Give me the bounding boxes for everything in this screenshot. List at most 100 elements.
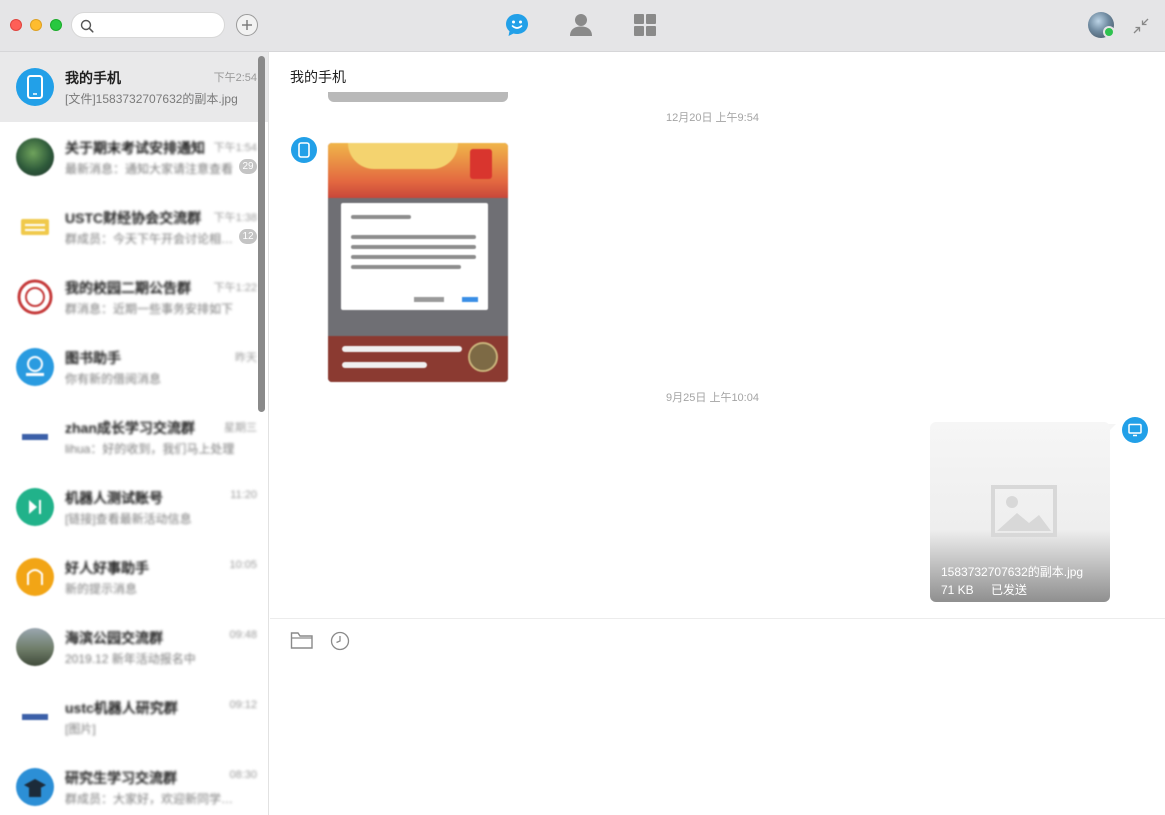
conversation-name: 我的手机 [65,70,121,86]
conversation-item[interactable]: 海滨公园交流群 09:48 2019.12 新年活动报名中 [0,612,268,682]
group-avatar [16,698,54,736]
unread-badge: 29 [239,159,257,174]
group-avatar [16,138,54,176]
chat-title: 我的手机 [290,69,346,85]
conversation-name: 我的校园二期公告群 [65,280,191,296]
service-avatar [16,348,54,386]
conversation-preview: lihua：好的收到，我们马上处理 [65,442,235,456]
conversation-preview: [链接]查看最新活动信息 [65,512,192,526]
service-avatar [16,558,54,596]
conversation-name: 关于期末考试安排通知 [65,140,205,156]
clock-icon [330,631,350,651]
conversation-item-my-phone[interactable]: 我的手机 下午2:54 [文件]1583732707632的副本.jpg [0,52,268,122]
folder-icon [290,632,313,649]
conversation-item[interactable]: 机器人测试账号 11:20 [链接]查看最新活动信息 [0,472,268,542]
close-window-button[interactable] [10,19,22,31]
conversation-time: 下午1:38 [213,212,257,224]
image-dialog-preview [341,203,488,310]
conversation-time: 09:12 [229,699,257,711]
collapse-arrows-icon [1133,18,1149,34]
conversation-preview: [图片] [65,722,96,736]
conversation-time: 昨天 [235,352,257,364]
conversation-item[interactable]: 研究生学习交流群 08:30 群成员：大家好，欢迎新同学加入 [0,752,268,815]
monitor-icon [1128,423,1142,437]
nav-chat-tab[interactable] [503,11,531,39]
sender-pc-avatar [1122,417,1148,443]
conversation-item[interactable]: ustc机器人研究群 09:12 [图片] [0,682,268,752]
conversation-preview: 群成员：今天下午开会讨论相关事宜 [65,232,243,246]
conversation-time: 下午2:54 [213,72,257,84]
previous-message-edge [328,92,508,102]
chat-panel: 我的手机 12月20日 上午9:54 9月25日 上午10:04 1583732… [270,52,1165,815]
conversation-preview: 新的提示消息 [65,582,138,596]
conversation-name: 研究生学习交流群 [65,770,177,786]
history-button[interactable] [330,631,350,656]
conversation-item[interactable]: 图书助手 昨天 你有新的借阅消息 [0,332,268,402]
nav-apps-tab[interactable] [631,11,659,39]
conversation-item[interactable]: USTC财经协会交流群 下午1:38 群成员：今天下午开会讨论相关事宜 12 [0,192,268,262]
conversation-item[interactable]: 我的校园二期公告群 下午1:22 群消息：近期一些事务安排如下 [0,262,268,332]
conversation-name: USTC财经协会交流群 [65,210,202,226]
input-divider [270,618,1165,619]
image-message[interactable] [328,143,508,382]
conversation-name: 图书助手 [65,350,121,366]
nav-contacts-tab[interactable] [567,11,595,39]
conversation-name: zhan成长学习交流群 [65,420,195,436]
conversation-preview: 你有新的借阅消息 [65,372,162,386]
conversation-item[interactable]: zhan成长学习交流群 星期三 lihua：好的收到，我们马上处理 [0,402,268,472]
conversation-name: 机器人测试账号 [65,490,163,506]
send-file-button[interactable] [290,630,314,655]
search-icon [80,19,94,33]
online-status-icon [1103,26,1115,38]
message-timestamp: 12月20日 上午9:54 [666,112,759,124]
image-banner [328,143,508,198]
file-meta: 71 KB 已发送 [941,581,1041,598]
zoom-window-button[interactable] [50,19,62,31]
conversation-item[interactable]: 关于期末考试安排通知 下午1:54 最新消息：通知大家请注意查看 29 [0,122,268,192]
conversation-name: ustc机器人研究群 [65,700,178,716]
conversation-time: 09:48 [229,629,257,641]
conversation-preview: 群成员：大家好，欢迎新同学加入 [65,792,243,806]
group-avatar [16,768,54,806]
shrink-window-button[interactable] [1133,18,1149,34]
person-icon [570,14,592,36]
conversation-list-scrollbar[interactable] [258,56,265,412]
conversation-preview: [文件]1583732707632的副本.jpg [65,92,238,106]
minimize-window-button[interactable] [30,19,42,31]
image-caption-area [328,336,508,382]
search-box[interactable] [71,12,225,38]
phone-icon [27,75,43,99]
image-placeholder-icon [991,485,1057,537]
file-name: 1583732707632的副本.jpg [941,565,1084,579]
conversation-time: 11:20 [230,489,257,501]
add-button[interactable] [236,14,258,36]
group-avatar [16,208,54,246]
conversation-time: 08:30 [229,769,257,781]
file-message-card[interactable]: 1583732707632的副本.jpg 71 KB 已发送 [930,422,1110,602]
phone-icon [298,142,310,158]
conversation-preview: 群消息：近期一些事务安排如下 [65,302,234,316]
conversation-list[interactable]: 我的手机 下午2:54 [文件]1583732707632的副本.jpg 关于期… [0,52,269,815]
message-timestamp: 9月25日 上午10:04 [666,392,759,404]
unread-badge: 12 [239,229,257,244]
group-avatar [16,418,54,456]
message-input[interactable] [284,664,1144,804]
conversation-name: 海滨公园交流群 [65,630,163,646]
group-avatar [16,278,54,316]
plus-icon [242,20,252,30]
chat-bubble-smile-icon [506,14,528,36]
group-avatar [16,628,54,666]
search-input[interactable] [100,16,218,35]
file-size: 71 KB [941,583,974,597]
sender-phone-avatar [291,137,317,163]
conversation-preview: 2019.12 新年活动报名中 [65,652,196,666]
title-bar [0,0,1165,52]
conversation-item[interactable]: 好人好事助手 10:05 新的提示消息 [0,542,268,612]
file-status: 已发送 [991,583,1028,597]
conversation-time: 10:05 [229,559,257,571]
service-avatar [16,488,54,526]
conversation-time: 下午1:54 [213,142,257,154]
conversation-time: 下午1:22 [213,282,257,294]
conversation-time: 星期三 [224,422,257,434]
conversation-name: 好人好事助手 [65,560,149,576]
